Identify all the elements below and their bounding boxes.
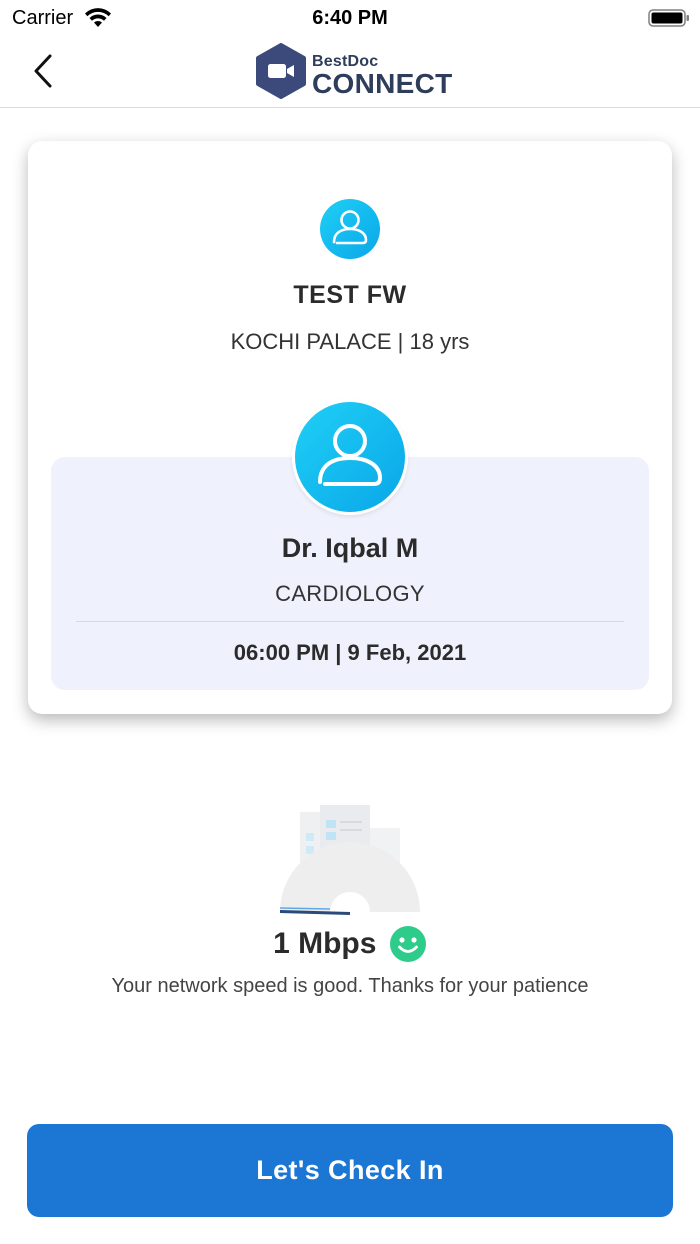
speed-value: 1 Mbps [273,927,377,960]
logo-text-big: CONNECT [312,68,453,99]
appointment-card: TEST FW KOCHI PALACE | 18 yrs Dr. Iqbal … [28,141,672,714]
doctor-avatar [292,399,408,515]
back-button[interactable] [28,52,62,92]
battery-icon [648,9,689,27]
patient-avatar [320,199,380,259]
appointment-time: 06:00 PM | 9 Feb, 2021 [233,640,467,665]
smile-icon [389,926,426,962]
chevron-left-icon [34,54,52,88]
status-bar: Carrier 6:40 PM [0,0,700,40]
patient-details: KOCHI PALACE | 18 yrs [230,329,470,354]
divider [76,621,624,622]
user-icon [318,424,382,486]
user-icon [332,210,368,245]
doctor-department: CARDIOLOGY [275,581,425,606]
network-status-message: Your network speed is good. Thanks for y… [111,975,589,997]
network-speed: 1 Mbps [0,925,700,969]
bestdoc-logo: BestDoc CONNECT [254,43,454,99]
doctor-name: Dr. Iqbal M [281,533,419,563]
video-camera-icon [256,43,306,99]
check-in-button[interactable]: Let's Check In [27,1124,673,1217]
patient-name: TEST FW [293,281,407,309]
app-header: BestDoc CONNECT [0,40,700,108]
status-time: 6:40 PM [312,7,388,29]
speedometer-illustration [279,805,420,915]
